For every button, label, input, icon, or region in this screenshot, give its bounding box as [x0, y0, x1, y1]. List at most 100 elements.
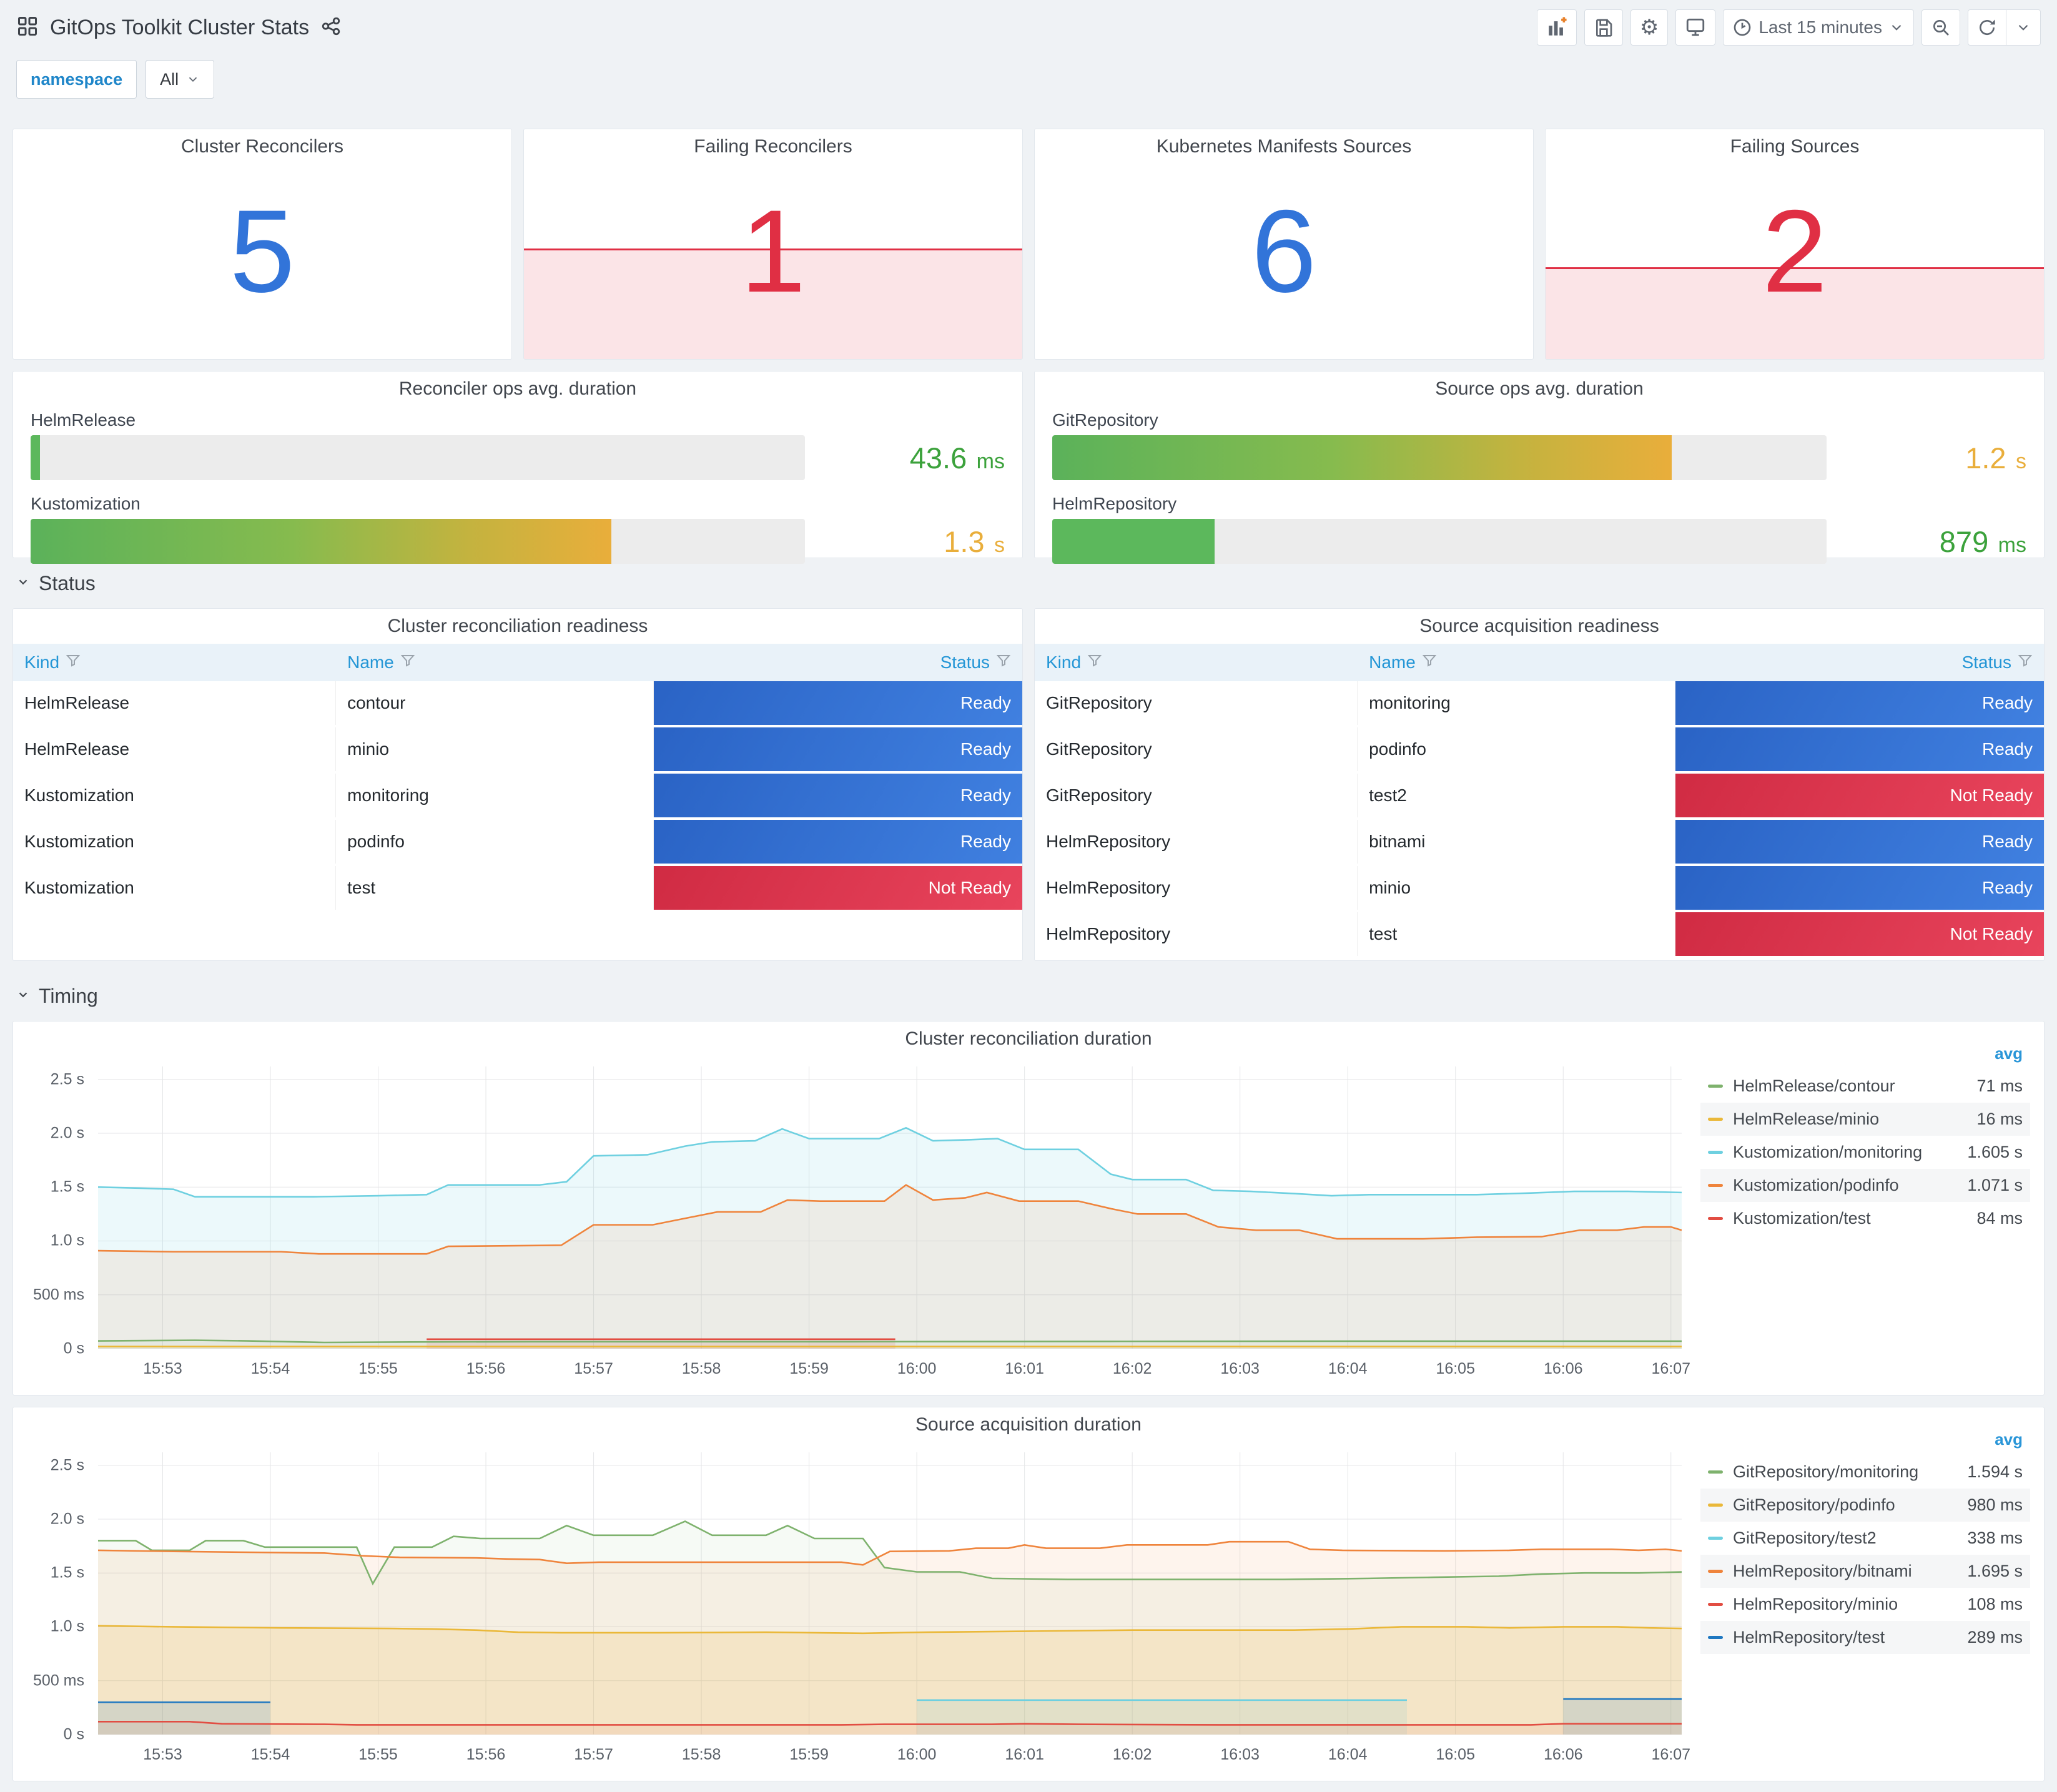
- variable-namespace-label[interactable]: namespace: [16, 60, 137, 99]
- legend-item[interactable]: Kustomization/test 84 ms: [1700, 1202, 2030, 1235]
- series-name: GitRepository/monitoring: [1733, 1462, 1919, 1481]
- series-avg-value: 289 ms: [1967, 1628, 2023, 1647]
- section-label-timing: Timing: [39, 984, 98, 1007]
- share-icon[interactable]: [320, 16, 342, 40]
- filter-icon[interactable]: [996, 652, 1011, 672]
- legend-item[interactable]: GitRepository/podinfo 980 ms: [1700, 1489, 2030, 1522]
- cell-kind: HelmRepository: [1035, 866, 1358, 910]
- filter-icon[interactable]: [66, 652, 81, 672]
- add-panel-icon: [1546, 17, 1567, 38]
- add-panel-button[interactable]: [1536, 9, 1577, 46]
- zoom-out-button[interactable]: [1921, 9, 1960, 46]
- refresh-interval-dropdown[interactable]: [2006, 9, 2041, 46]
- panel-title: Kubernetes Manifests Sources: [1156, 136, 1412, 157]
- legend-item[interactable]: Kustomization/podinfo 1.071 s: [1700, 1169, 2030, 1202]
- series-name: HelmRepository/test: [1733, 1628, 1885, 1647]
- x-axis-tick: 15:58: [681, 1360, 721, 1377]
- filter-icon[interactable]: [400, 652, 415, 672]
- stat-panel-3: Failing Sources 2: [1545, 129, 2045, 360]
- chevron-down-icon: [2015, 19, 2031, 36]
- stat-value: 5: [229, 185, 295, 317]
- table-body: HelmRelease contour Ready HelmRelease mi…: [13, 681, 1022, 910]
- chart-plot-area[interactable]: [98, 1452, 1682, 1735]
- tv-mode-button[interactable]: [1675, 9, 1716, 46]
- settings-button[interactable]: ⚙: [1630, 9, 1669, 46]
- y-axis-tick: 1.5 s: [50, 1178, 84, 1196]
- section-row-timing[interactable]: Timing: [12, 982, 2045, 1010]
- refresh-button[interactable]: [1968, 9, 2006, 46]
- series-color-swatch: [1708, 1570, 1723, 1573]
- column-header-status[interactable]: Status: [1675, 644, 2044, 681]
- series-name: GitRepository/test2: [1733, 1529, 1877, 1547]
- variable-namespace-value-dropdown[interactable]: All: [146, 60, 215, 99]
- x-axis-tick: 15:57: [574, 1746, 613, 1763]
- series-avg-value: 1.605 s: [1967, 1143, 2023, 1161]
- column-header-name[interactable]: Name: [1358, 644, 1675, 681]
- cell-name: test: [1358, 912, 1676, 956]
- clock-icon: [1732, 17, 1752, 37]
- gauge-value: 879 ms: [1939, 524, 2026, 558]
- filter-icon[interactable]: [2018, 652, 2033, 672]
- stat-panel-1: Failing Reconcilers 1: [523, 129, 1023, 360]
- column-header-kind[interactable]: Kind: [1035, 644, 1358, 681]
- x-axis-tick: 15:53: [143, 1360, 182, 1377]
- y-axis-tick: 1.0 s: [50, 1231, 84, 1249]
- status-badge: Ready: [1675, 681, 2044, 725]
- gauge-track: [31, 435, 805, 480]
- variables-row: namespace All: [0, 46, 2057, 114]
- y-axis-tick: 500 ms: [33, 1286, 84, 1304]
- series-color-swatch: [1708, 1151, 1723, 1154]
- gauge-row: HelmRepository 879 ms: [1052, 494, 2026, 564]
- legend-item[interactable]: HelmRepository/test 289 ms: [1700, 1621, 2030, 1654]
- column-header-kind[interactable]: Kind: [13, 644, 336, 681]
- x-axis-tick: 15:54: [250, 1746, 290, 1763]
- save-dashboard-button[interactable]: [1584, 9, 1623, 46]
- legend-avg-header[interactable]: avg: [1700, 1044, 2030, 1070]
- series-name: Kustomization/monitoring: [1733, 1143, 1923, 1161]
- chart-plot-area[interactable]: [98, 1066, 1682, 1349]
- series-avg-value: 338 ms: [1967, 1529, 2023, 1547]
- panel-title: Cluster Reconcilers: [180, 136, 344, 157]
- x-axis-tick: 16:03: [1220, 1360, 1260, 1377]
- series-name: HelmRelease/contour: [1733, 1076, 1895, 1095]
- x-axis: 15:53 15:54 15:55 15:56 15:57 15:58 15:59 16:00…: [98, 1360, 1690, 1381]
- gauge-fill: [31, 519, 611, 564]
- filter-icon[interactable]: [1422, 652, 1437, 672]
- gauge-label: Kustomization: [31, 494, 141, 513]
- gauge-row: GitRepository 1.2 s: [1052, 410, 2026, 480]
- gauge-fill: [1052, 435, 1672, 480]
- status-badge: Ready: [1675, 866, 2044, 910]
- panel-title: Failing Reconcilers: [694, 136, 852, 157]
- legend-item[interactable]: HelmRelease/minio 16 ms: [1700, 1103, 2030, 1136]
- legend-item[interactable]: HelmRelease/contour 71 ms: [1700, 1070, 2030, 1103]
- cell-kind: Kustomization: [13, 866, 337, 910]
- series-avg-value: 1.071 s: [1967, 1176, 2023, 1194]
- filter-icon[interactable]: [1087, 652, 1102, 672]
- panel-cluster-reconciliation-duration: Cluster reconciliation duration 0 s 500 m…: [12, 1021, 2045, 1396]
- legend-item[interactable]: GitRepository/monitoring 1.594 s: [1700, 1455, 2030, 1489]
- x-axis-tick: 16:01: [1005, 1360, 1044, 1377]
- legend-item[interactable]: HelmRepository/minio 108 ms: [1700, 1588, 2030, 1621]
- panel-source-acquisition-duration: Source acquisition duration 0 s 500 ms 1.0…: [12, 1407, 2045, 1781]
- x-axis-tick: 16:01: [1005, 1746, 1044, 1763]
- column-header-name[interactable]: Name: [336, 644, 654, 681]
- x-axis-tick: 15:56: [466, 1360, 506, 1377]
- legend-item[interactable]: Kustomization/monitoring 1.605 s: [1700, 1136, 2030, 1169]
- gauge-track: [1052, 519, 1827, 564]
- time-range-picker[interactable]: Last 15 minutes: [1723, 9, 1914, 46]
- stat-panels-row: Cluster Reconcilers 5 Failing Reconciler…: [12, 129, 2045, 360]
- legend-avg-header[interactable]: avg: [1700, 1430, 2030, 1455]
- series-color-swatch: [1708, 1217, 1723, 1220]
- x-axis-tick: 16:02: [1112, 1360, 1152, 1377]
- table-header: Kind Name Status: [1035, 644, 2044, 681]
- legend-item[interactable]: GitRepository/test2 338 ms: [1700, 1522, 2030, 1555]
- y-axis-tick: 2.0 s: [50, 1510, 84, 1528]
- cell-kind: HelmRelease: [13, 681, 337, 725]
- stat-value: 1: [740, 185, 806, 317]
- save-icon: [1594, 17, 1614, 37]
- stat-panel-2: Kubernetes Manifests Sources 6: [1034, 129, 1534, 360]
- column-header-status[interactable]: Status: [654, 644, 1022, 681]
- x-axis-tick: 16:07: [1651, 1360, 1691, 1377]
- legend-item[interactable]: HelmRepository/bitnami 1.695 s: [1700, 1555, 2030, 1588]
- apps-grid-icon[interactable]: [16, 15, 39, 41]
